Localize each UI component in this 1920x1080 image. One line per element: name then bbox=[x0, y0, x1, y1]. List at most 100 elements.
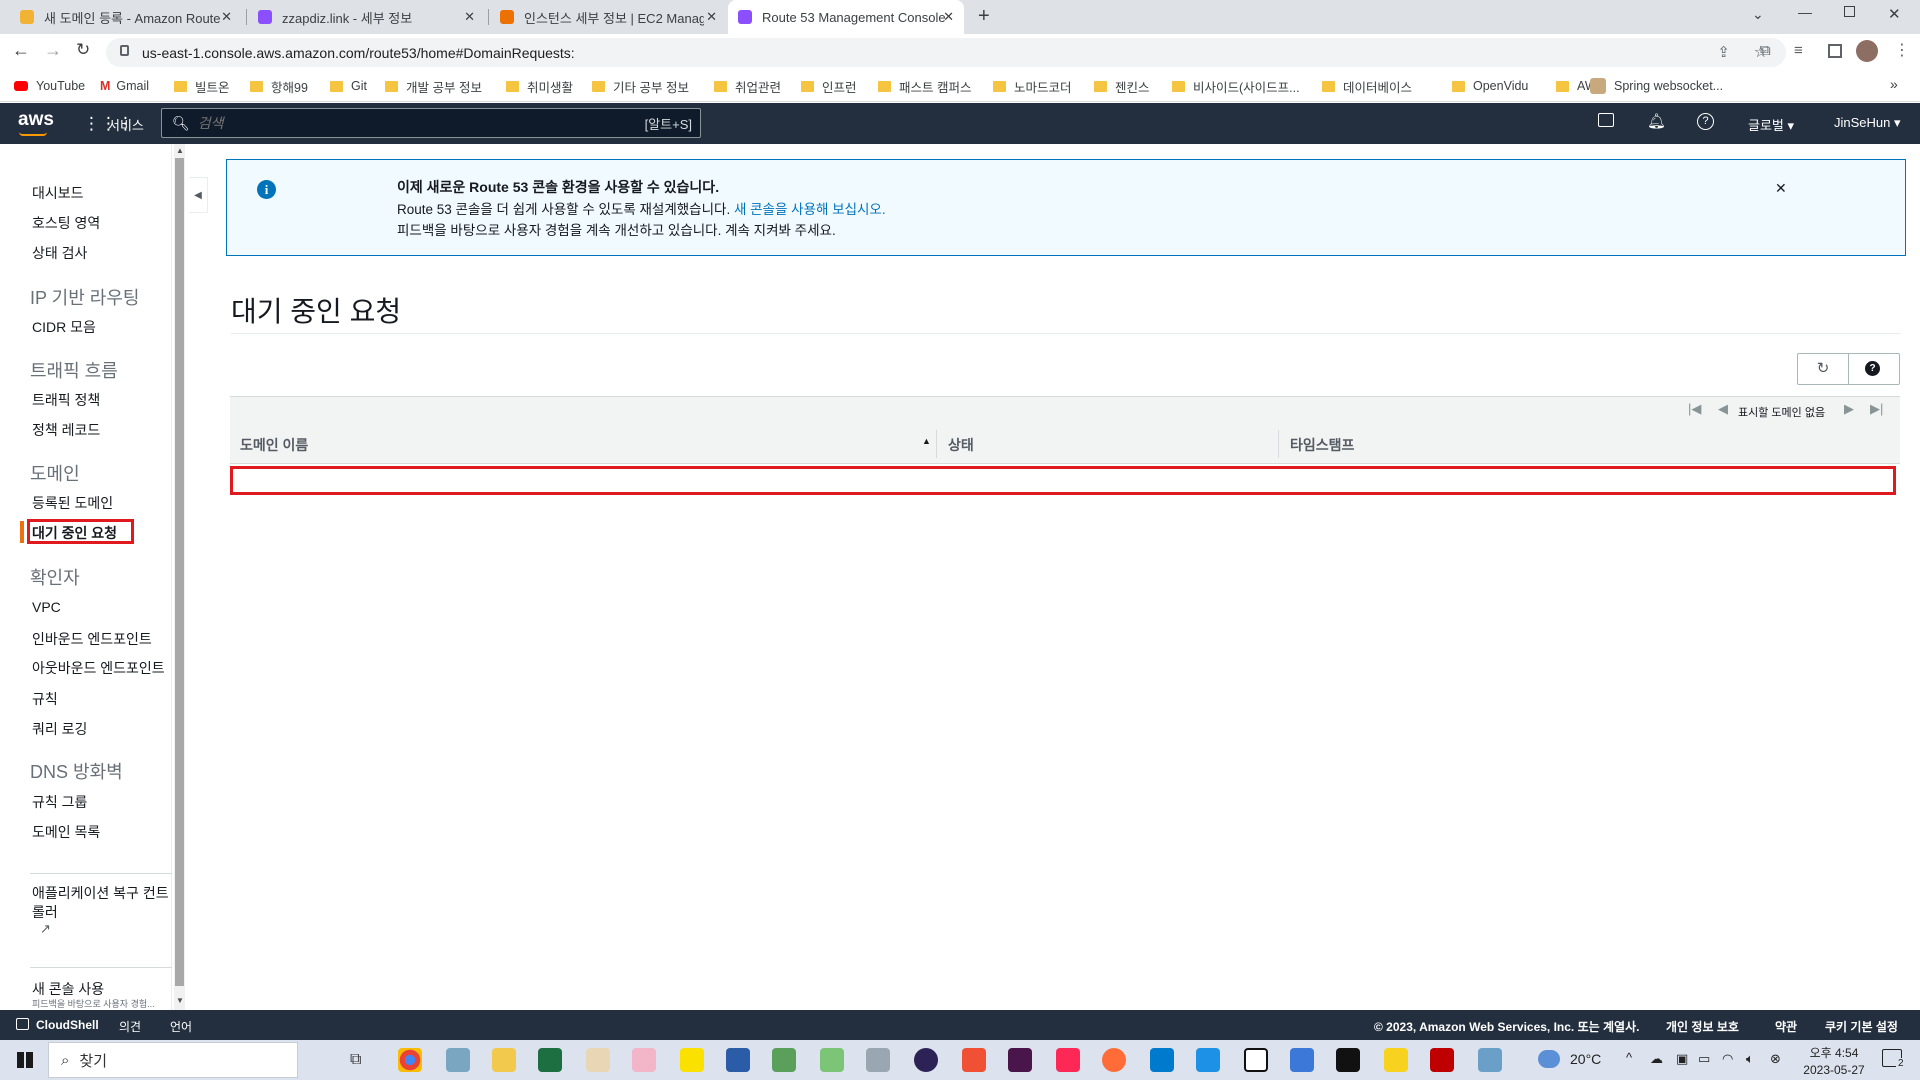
close-tab-icon[interactable]: ✕ bbox=[943, 9, 954, 25]
bookmark-youtube[interactable]: YouTube bbox=[14, 76, 85, 96]
sticky-notes-icon[interactable] bbox=[1384, 1048, 1408, 1072]
bookmark-folder[interactable]: 빌트온 bbox=[174, 76, 230, 96]
new-console-link[interactable]: 새 콘솔 사용 bbox=[32, 979, 104, 999]
bookmark-folder[interactable]: 비사이드(사이드프... bbox=[1172, 76, 1300, 96]
sidebar-item-health-checks[interactable]: 상태 검사 bbox=[32, 243, 87, 263]
reading-list-icon[interactable]: ≡ bbox=[1794, 42, 1803, 59]
bookmark-folder[interactable]: 패스트 캠퍼스 bbox=[878, 76, 971, 96]
browser-tab-active[interactable]: Route 53 Management Console ✕ bbox=[728, 0, 964, 34]
services-menu-button[interactable]: 서비스 bbox=[108, 115, 144, 134]
docker-icon[interactable] bbox=[1196, 1048, 1220, 1072]
sidebar-item-query-logging[interactable]: 쿼리 로깅 bbox=[32, 719, 87, 739]
bookmark-gmail[interactable]: M Gmail bbox=[100, 76, 149, 96]
refresh-icon[interactable]: ↻ bbox=[1798, 354, 1849, 384]
try-new-console-link[interactable]: 새 콘솔을 사용해 보십시오. bbox=[734, 202, 886, 217]
maximize-icon[interactable] bbox=[1844, 6, 1855, 17]
excel-icon[interactable] bbox=[538, 1048, 562, 1072]
column-header-domain-name[interactable]: 도메인 이름 bbox=[240, 435, 308, 455]
tab-search-icon[interactable]: ⌄ bbox=[1752, 6, 1764, 23]
last-page-icon[interactable]: ▶| bbox=[1870, 401, 1883, 417]
taskbar-clock[interactable]: 오후 4:54 2023-05-27 bbox=[1798, 1044, 1870, 1077]
task-view-icon[interactable]: ⧉ bbox=[350, 1051, 361, 1069]
close-tab-icon[interactable]: ✕ bbox=[221, 9, 232, 25]
close-tab-icon[interactable]: ✕ bbox=[706, 9, 717, 25]
terms-link[interactable]: 약관 bbox=[1775, 1018, 1797, 1035]
notion-icon[interactable] bbox=[1244, 1048, 1268, 1072]
chrome-app-icon[interactable] bbox=[398, 1048, 422, 1072]
sidebar-item-rule-groups[interactable]: 규칙 그룹 bbox=[32, 792, 87, 812]
sort-ascending-icon[interactable]: ▲ bbox=[922, 436, 931, 446]
language-selector[interactable]: 언어 bbox=[170, 1018, 192, 1035]
bookmark-folder[interactable]: 취미생활 bbox=[506, 76, 573, 96]
git-icon[interactable] bbox=[962, 1048, 986, 1072]
wifi-icon[interactable]: ◠ bbox=[1722, 1051, 1733, 1067]
user-menu[interactable]: JinSeHun ▾ bbox=[1834, 115, 1901, 131]
bookmark-folder[interactable]: 데이터베이스 bbox=[1322, 76, 1412, 96]
app-icon[interactable] bbox=[1478, 1048, 1502, 1072]
bookmark-folder[interactable]: 젠킨스 bbox=[1094, 76, 1150, 96]
new-tab-icon[interactable]: + bbox=[978, 5, 990, 28]
close-tab-icon[interactable]: ✕ bbox=[464, 9, 475, 25]
region-selector[interactable]: 글로벌 ▾ bbox=[1748, 115, 1794, 134]
bookmark-folder[interactable]: OpenVidu bbox=[1452, 76, 1528, 96]
app-icon[interactable] bbox=[866, 1048, 890, 1072]
sidebar-scrollbar-thumb[interactable] bbox=[175, 158, 184, 986]
bookmark-folder[interactable]: 항해99 bbox=[250, 76, 308, 96]
search-input[interactable] bbox=[197, 115, 618, 131]
sidebar-item-vpc[interactable]: VPC bbox=[32, 599, 61, 615]
back-icon[interactable]: ← bbox=[12, 40, 30, 61]
sidebar-item-hosted-zones[interactable]: 호스팅 영역 bbox=[32, 213, 100, 233]
sidebar-item-domain-lists[interactable]: 도메인 목록 bbox=[32, 822, 100, 842]
column-header-timestamp[interactable]: 타임스탬프 bbox=[1290, 435, 1354, 455]
chrome-menu-icon[interactable]: ⋮ bbox=[1894, 40, 1910, 60]
weather-icon[interactable] bbox=[1538, 1050, 1560, 1068]
aws-search-box[interactable]: 🔍︎ [알트+S] bbox=[161, 108, 701, 138]
battery-icon[interactable]: ▭ bbox=[1698, 1051, 1710, 1067]
feedback-link[interactable]: 의견 bbox=[119, 1018, 141, 1035]
cloudshell-icon[interactable] bbox=[1598, 113, 1614, 127]
bookmark-folder[interactable]: 취업관련 bbox=[714, 76, 781, 96]
sidebar-item-outbound-endpoints[interactable]: 아웃바운드 엔드포인트 bbox=[32, 658, 172, 678]
cloudshell-button[interactable]: CloudShell bbox=[36, 1018, 99, 1032]
next-page-icon[interactable]: ▶ bbox=[1844, 401, 1854, 417]
first-page-icon[interactable]: |◀ bbox=[1688, 401, 1701, 417]
tray-overflow-icon[interactable]: ^ bbox=[1626, 1050, 1632, 1065]
sidebar-item-arc-line2[interactable]: 롤러 bbox=[32, 902, 58, 922]
vscode-icon[interactable] bbox=[1150, 1048, 1174, 1072]
notifications-bell-icon[interactable]: 🔔︎ bbox=[1647, 112, 1666, 130]
more-bookmarks-icon[interactable]: » bbox=[1890, 76, 1898, 92]
browser-tab-1[interactable]: 새 도메인 등록 - Amazon Route ✕ bbox=[12, 0, 242, 34]
help-icon[interactable]: ? bbox=[1865, 361, 1880, 376]
sidebar-item-policy-records[interactable]: 정책 레코드 bbox=[32, 420, 100, 440]
filezilla-icon[interactable] bbox=[1430, 1048, 1454, 1072]
forward-icon[interactable]: → bbox=[44, 40, 62, 61]
notepad-icon[interactable] bbox=[820, 1048, 844, 1072]
app-icon[interactable] bbox=[446, 1048, 470, 1072]
app-icon[interactable] bbox=[726, 1048, 750, 1072]
browser-tab-3[interactable]: 인스턴스 세부 정보 | EC2 Manag ✕ bbox=[492, 0, 727, 34]
bookmark-folder[interactable]: Git bbox=[330, 76, 367, 96]
bookmark-folder[interactable]: 기타 공부 정보 bbox=[592, 76, 689, 96]
scroll-down-icon[interactable]: ▼ bbox=[176, 996, 184, 1005]
collapse-sidebar-button[interactable]: ◀ bbox=[189, 177, 208, 213]
address-bar[interactable]: us-east-1.console.aws.amazon.com/route53… bbox=[106, 38, 1786, 67]
app-icon[interactable] bbox=[632, 1048, 656, 1072]
minimize-icon[interactable]: — bbox=[1798, 4, 1812, 20]
intellij-icon[interactable] bbox=[1056, 1048, 1080, 1072]
slack-icon[interactable] bbox=[1008, 1048, 1032, 1072]
privacy-link[interactable]: 개인 정보 보호 bbox=[1666, 1018, 1739, 1035]
sidebar-item-pending-requests[interactable]: 대기 중인 요청 bbox=[32, 523, 117, 543]
taskbar-search-box[interactable]: ⌕ 찾기 bbox=[48, 1042, 298, 1078]
sidebar-item-traffic-policies[interactable]: 트래픽 정책 bbox=[32, 390, 100, 410]
app-icon[interactable] bbox=[772, 1048, 796, 1072]
cookie-preferences-link[interactable]: 쿠키 기본 설정 bbox=[1825, 1018, 1898, 1035]
bookmark-folder[interactable]: 노마드코더 bbox=[993, 76, 1072, 96]
postman-icon[interactable] bbox=[1102, 1048, 1126, 1072]
scroll-up-icon[interactable]: ▲ bbox=[176, 146, 184, 155]
sidebar-item-arc-line1[interactable]: 애플리케이션 복구 컨트 bbox=[32, 883, 174, 903]
tray-app-icon[interactable]: ▣ bbox=[1676, 1051, 1688, 1067]
aws-logo[interactable]: aws bbox=[18, 109, 54, 131]
sidebar-item-rules[interactable]: 규칙 bbox=[32, 689, 58, 709]
app-icon[interactable] bbox=[586, 1048, 610, 1072]
column-header-status[interactable]: 상태 bbox=[948, 435, 974, 455]
